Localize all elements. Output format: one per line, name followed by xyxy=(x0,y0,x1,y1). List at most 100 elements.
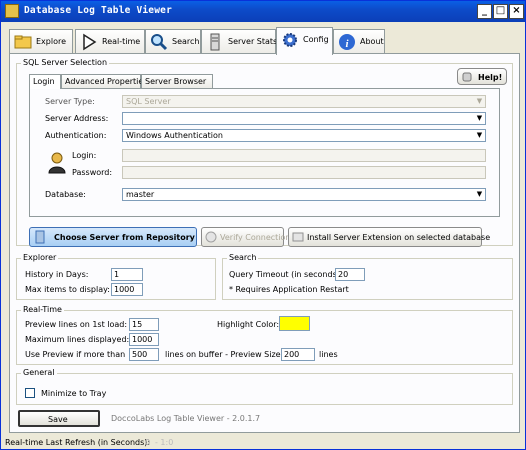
max-items-label: Max items to display: xyxy=(25,285,110,294)
subtab-advanced-properties[interactable]: Advanced Properties xyxy=(61,74,148,88)
server-address-input[interactable]: ▼ xyxy=(122,112,486,125)
tab-label: Search xyxy=(172,37,200,46)
restart-note: * Requires Application Restart xyxy=(229,285,349,294)
save-button[interactable]: Save xyxy=(18,410,100,427)
preview-lines-input[interactable]: 15 xyxy=(129,318,159,331)
choose-server-button[interactable]: Choose Server from Repository xyxy=(29,227,197,247)
tab-search[interactable]: Search xyxy=(145,29,201,54)
query-timeout-label: Query Timeout (in seconds): xyxy=(229,270,343,279)
chevron-down-icon: ▼ xyxy=(476,97,483,105)
server-type-select: SQL Server ▼ xyxy=(122,95,486,108)
sql-server-group: SQL Server Selection Login Advanced Prop… xyxy=(16,58,513,247)
realtime-group: Real-Time Preview lines on 1st load: 15 … xyxy=(16,305,513,365)
minimize-button[interactable]: _ xyxy=(477,4,492,19)
general-group: General Minimize to Tray xyxy=(16,368,513,405)
authentication-select[interactable]: Windows Authentication ▼ xyxy=(122,129,486,142)
max-lines-input[interactable]: 1000 xyxy=(129,333,159,346)
magnifier-icon xyxy=(151,34,168,51)
tab-explore[interactable]: Explore xyxy=(9,29,73,54)
help-icon xyxy=(462,72,472,82)
subtab-login[interactable]: Login xyxy=(29,74,61,89)
help-button[interactable]: Help! xyxy=(457,68,507,85)
use-preview-label: Use Preview if more than xyxy=(25,350,126,359)
window-title: Database Log Table Viewer xyxy=(24,5,172,16)
tab-label: Real-time xyxy=(102,37,141,46)
query-timeout-input[interactable]: 20 xyxy=(335,268,365,281)
group-title: Explorer xyxy=(21,253,59,262)
database-label: Database: xyxy=(45,190,86,199)
tab-config[interactable]: Config xyxy=(276,27,333,55)
subtab-server-browser[interactable]: Server Browser xyxy=(141,74,213,88)
minimize-to-tray-label: Minimize to Tray xyxy=(41,389,107,398)
highlight-color-label: Highlight Color: xyxy=(217,320,280,329)
tab-label: About xyxy=(360,37,384,46)
status-label: Real-time Last Refresh (in Seconds): xyxy=(5,438,151,447)
login-subpanel: Server Type: SQL Server ▼ Server Address… xyxy=(29,88,500,217)
preview-size-input[interactable]: 200 xyxy=(281,348,315,361)
status-value: 0 xyxy=(145,438,151,447)
server-type-label: Server Type: xyxy=(45,97,95,106)
verify-icon xyxy=(205,231,217,243)
tab-label: Config xyxy=(303,35,329,44)
gear-icon xyxy=(283,33,297,47)
close-button[interactable]: × xyxy=(509,4,524,19)
main-tab-strip: Explore Real-time Search Server Stats Co… xyxy=(9,27,509,55)
button-label: Install Server Extension on selected dat… xyxy=(307,233,491,242)
version-text: DoccoLabs Log Table Viewer - 2.0.1.7 xyxy=(111,414,261,423)
preview-lines-label: Preview lines on 1st load: xyxy=(25,320,128,329)
tab-about[interactable]: i About xyxy=(333,29,385,54)
chevron-down-icon[interactable]: ▼ xyxy=(475,131,484,140)
search-group: Search Query Timeout (in seconds): 20 * … xyxy=(222,253,513,300)
play-icon xyxy=(83,33,97,51)
folder-icon xyxy=(14,35,32,49)
app-window: Database Log Table Viewer _ □ × Explore … xyxy=(0,0,526,450)
install-icon xyxy=(292,232,304,242)
password-input[interactable] xyxy=(122,166,486,179)
verify-connection-button[interactable]: Verify Connection xyxy=(201,227,291,247)
tab-label: Explore xyxy=(36,37,67,46)
button-label: Choose Server from Repository xyxy=(54,233,195,242)
max-lines-label: Maximum lines displayed: xyxy=(25,335,130,344)
config-panel: SQL Server Selection Login Advanced Prop… xyxy=(9,53,520,433)
group-title: General xyxy=(21,368,57,377)
server-icon xyxy=(210,33,220,51)
button-label: Verify Connection xyxy=(220,233,291,242)
explorer-group: Explorer History in Days: 1 Max items to… xyxy=(16,253,216,300)
chevron-down-icon[interactable]: ▼ xyxy=(475,190,484,199)
tab-server-stats[interactable]: Server Stats xyxy=(201,29,278,54)
authentication-label: Authentication: xyxy=(45,131,107,140)
tab-label: Server Stats xyxy=(228,37,278,46)
chevron-down-icon[interactable]: ▼ xyxy=(475,114,484,123)
maximize-button[interactable]: □ xyxy=(493,4,508,19)
use-preview-input[interactable]: 500 xyxy=(129,348,159,361)
login-input[interactable] xyxy=(122,149,486,162)
info-icon: i xyxy=(339,34,355,50)
status-bar: Real-time Last Refresh (in Seconds): 0 -… xyxy=(1,436,525,450)
lines-label: lines xyxy=(319,350,338,359)
history-input[interactable]: 1 xyxy=(111,268,143,281)
user-icon xyxy=(48,152,66,174)
authentication-value: Windows Authentication xyxy=(126,131,223,140)
server-address-label: Server Address: xyxy=(45,114,109,123)
minimize-to-tray-checkbox[interactable] xyxy=(25,388,35,398)
group-title: SQL Server Selection xyxy=(21,58,110,67)
login-label: Login: xyxy=(72,151,97,160)
password-label: Password: xyxy=(72,168,113,177)
database-select[interactable]: master ▼ xyxy=(122,188,486,201)
history-label: History in Days: xyxy=(25,270,89,279)
highlight-color-swatch[interactable] xyxy=(279,316,310,331)
server-type-value: SQL Server xyxy=(126,97,171,106)
group-title: Real-Time xyxy=(21,305,64,314)
database-value: master xyxy=(126,190,155,199)
install-extension-button[interactable]: Install Server Extension on selected dat… xyxy=(288,227,490,247)
repository-icon xyxy=(35,230,45,244)
status-extra: - 1:0 xyxy=(155,438,174,447)
app-icon xyxy=(5,4,19,18)
tab-real-time[interactable]: Real-time xyxy=(75,29,145,54)
help-label: Help! xyxy=(478,73,503,82)
max-items-input[interactable]: 1000 xyxy=(111,283,143,296)
group-title: Search xyxy=(227,253,259,262)
save-label: Save xyxy=(48,415,68,424)
title-bar[interactable]: Database Log Table Viewer _ □ × xyxy=(1,1,525,22)
lines-on-buffer-label: lines on buffer - Preview Size: xyxy=(165,350,284,359)
